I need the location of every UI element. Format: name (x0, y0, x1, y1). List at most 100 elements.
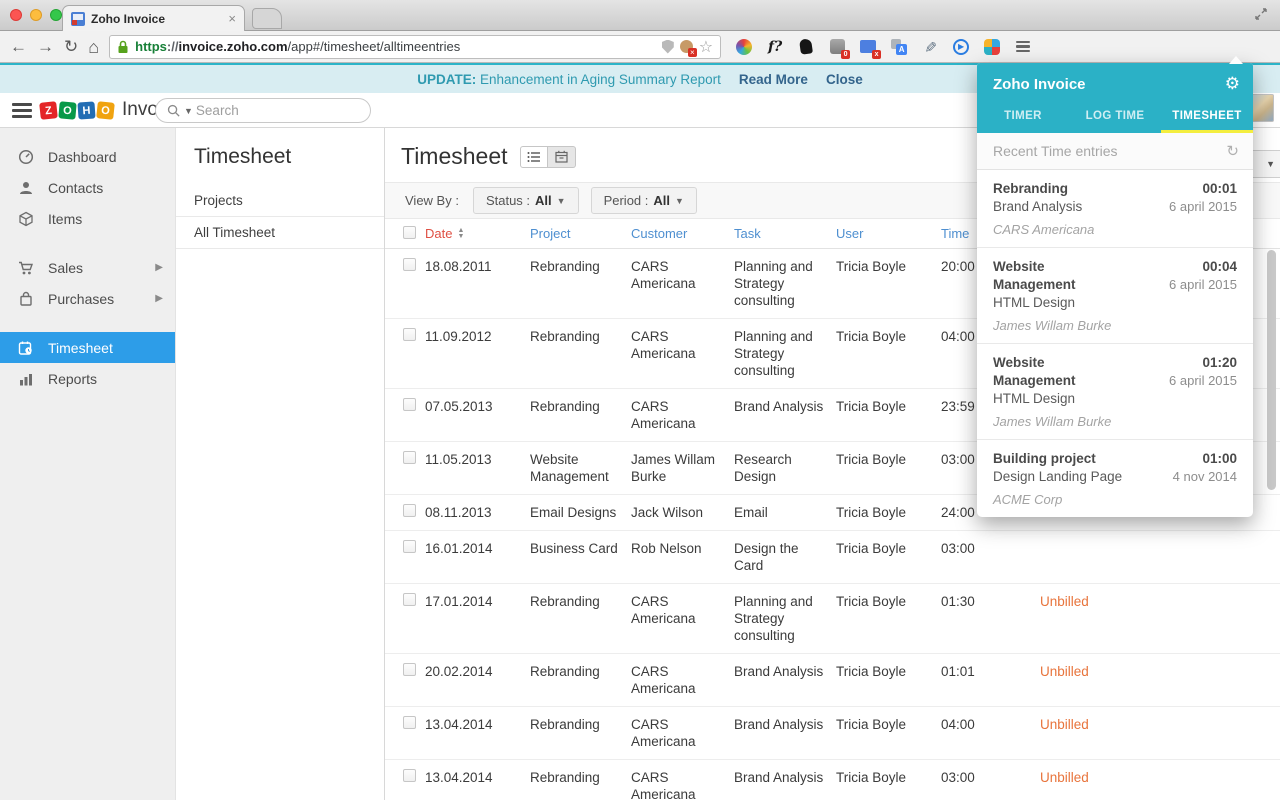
zoho-extension-icon[interactable] (983, 38, 1001, 56)
content-shield-icon[interactable] (662, 40, 674, 54)
cell-customer: CARS Americana (631, 707, 734, 759)
function-query-icon[interactable]: f? (766, 38, 784, 56)
column-header-project[interactable]: Project (530, 226, 631, 241)
ghost-icon[interactable] (797, 38, 815, 56)
browser-tab[interactable]: Zoho Invoice × (62, 5, 245, 31)
url-text: https://invoice.zoho.com/app#/timesheet/… (135, 39, 656, 54)
minimize-window-button[interactable] (30, 9, 42, 21)
entry-time: 01:20 (1125, 354, 1237, 372)
tab-close-icon[interactable]: × (228, 13, 236, 25)
cell-task: Research Design (734, 442, 836, 494)
eyedropper-icon[interactable]: ✎ (921, 38, 939, 56)
row-checkbox[interactable] (403, 716, 416, 729)
table-row[interactable]: 13.04.2014RebrandingCARS AmericanaBrand … (385, 707, 1280, 760)
color-wheel-icon[interactable] (735, 38, 753, 56)
translate-icon[interactable]: A (890, 38, 908, 56)
calendar-view-icon (555, 150, 568, 163)
notification-text: UPDATE: Enhancement in Aging Summary Rep… (417, 72, 721, 87)
recent-entry[interactable]: Website ManagementHTML DesignJames Willa… (977, 248, 1253, 344)
table-row[interactable]: 13.04.2014RebrandingCARS AmericanaBrand … (385, 760, 1280, 800)
back-icon[interactable]: ← (10, 38, 27, 55)
row-checkbox[interactable] (403, 398, 416, 411)
column-header-task[interactable]: Task (734, 226, 836, 241)
forward-icon[interactable]: → (37, 38, 54, 55)
tab-timesheet[interactable]: TIMESHEET (1161, 101, 1253, 133)
sidebar-item-purchases[interactable]: Purchases ▶ (0, 283, 175, 314)
reload-icon[interactable]: ↻ (64, 38, 78, 55)
tab-log-time[interactable]: LOG TIME (1069, 101, 1161, 133)
row-checkbox[interactable] (403, 540, 416, 553)
sidebar-item-contacts[interactable]: Contacts (0, 172, 175, 203)
bookmark-star-icon[interactable]: ☆ (699, 37, 713, 57)
recent-entry[interactable]: RebrandingBrand AnalysisCARS Americana00… (977, 170, 1253, 248)
chevron-right-icon: ▶ (155, 293, 163, 304)
column-header-customer[interactable]: Customer (631, 226, 734, 241)
close-notification-link[interactable]: Close (826, 72, 863, 87)
sidebar-item-items[interactable]: Items (0, 203, 175, 234)
search-input[interactable] (196, 103, 326, 118)
sales-cart-icon (18, 260, 34, 276)
list-view-button[interactable] (520, 146, 548, 168)
blocked-box-icon[interactable]: x (859, 38, 877, 56)
zoom-window-button[interactable] (50, 9, 62, 21)
cell-time: 03:00 (941, 531, 1003, 583)
cell-status: Unbilled (1003, 707, 1280, 759)
table-row[interactable]: 17.01.2014RebrandingCARS AmericanaPlanni… (385, 584, 1280, 654)
row-checkbox[interactable] (403, 328, 416, 341)
status-filter-button[interactable]: Status :All▼ (473, 187, 579, 214)
cell-task: Planning and Strategy consulting (734, 319, 836, 388)
row-checkbox[interactable] (403, 258, 416, 271)
window-resize-icon[interactable] (1254, 7, 1268, 21)
box-counter-icon[interactable]: 0 (828, 38, 846, 56)
entry-date: 4 nov 2014 (1125, 468, 1237, 486)
gear-icon[interactable]: ⚙ (1225, 74, 1240, 94)
chrome-menu-icon[interactable] (1016, 41, 1030, 53)
panel-item-all-timesheet[interactable]: All Timesheet (176, 217, 384, 249)
cell-task: Brand Analysis (734, 707, 836, 759)
refresh-icon[interactable]: ↻ (1226, 142, 1239, 160)
row-checkbox[interactable] (403, 769, 416, 782)
read-more-link[interactable]: Read More (739, 72, 808, 87)
sidebar-item-dashboard[interactable]: Dashboard (0, 141, 175, 172)
play-circle-icon[interactable]: ▶ (952, 38, 970, 56)
page-scrollbar[interactable] (1267, 250, 1276, 490)
search-scope-caret-icon[interactable]: ▼ (184, 106, 193, 116)
table-row[interactable]: 20.02.2014RebrandingCARS AmericanaBrand … (385, 654, 1280, 707)
home-icon[interactable]: ⌂ (88, 38, 99, 56)
table-row[interactable]: 16.01.2014Business CardRob NelsonDesign … (385, 531, 1280, 584)
row-checkbox[interactable] (403, 663, 416, 676)
cell-user: Tricia Boyle (836, 584, 941, 653)
global-search[interactable]: ▼ (155, 98, 371, 123)
panel-item-projects[interactable]: Projects (176, 185, 384, 217)
cell-date: 07.05.2013 (425, 389, 530, 441)
row-checkbox[interactable] (403, 504, 416, 517)
cell-date: 13.04.2014 (425, 760, 530, 800)
cell-user: Tricia Boyle (836, 249, 941, 318)
entry-customer: CARS Americana (993, 221, 1125, 238)
calendar-view-button[interactable] (548, 146, 576, 168)
cell-date: 08.11.2013 (425, 495, 530, 530)
sidebar-item-timesheet[interactable]: Timesheet (0, 332, 175, 363)
chevron-down-icon: ▼ (557, 196, 566, 206)
select-all-checkbox[interactable] (403, 226, 416, 239)
recent-entry[interactable]: Website ManagementHTML DesignJames Willa… (977, 344, 1253, 440)
app-menu-icon[interactable] (12, 103, 32, 118)
cell-project: Rebranding (530, 249, 631, 318)
row-checkbox[interactable] (403, 451, 416, 464)
cookie-blocked-icon[interactable] (680, 40, 693, 53)
period-filter-button[interactable]: Period :All▼ (591, 187, 697, 214)
sidebar-item-sales[interactable]: Sales ▶ (0, 252, 175, 283)
close-window-button[interactable] (10, 9, 22, 21)
sidebar-item-reports[interactable]: Reports (0, 363, 175, 394)
tab-timer[interactable]: TIMER (977, 101, 1069, 133)
column-header-user[interactable]: User (836, 226, 941, 241)
entry-time: 00:04 (1125, 258, 1237, 276)
row-checkbox[interactable] (403, 593, 416, 606)
recent-entry[interactable]: Building projectDesign Landing PageACME … (977, 440, 1253, 517)
address-bar[interactable]: https://invoice.zoho.com/app#/timesheet/… (109, 35, 721, 59)
cell-task: Brand Analysis (734, 654, 836, 706)
cell-user: Tricia Boyle (836, 389, 941, 441)
new-tab-button[interactable] (252, 8, 282, 29)
cell-user: Tricia Boyle (836, 495, 941, 530)
column-header-date[interactable]: Date▲▼ (425, 226, 530, 241)
